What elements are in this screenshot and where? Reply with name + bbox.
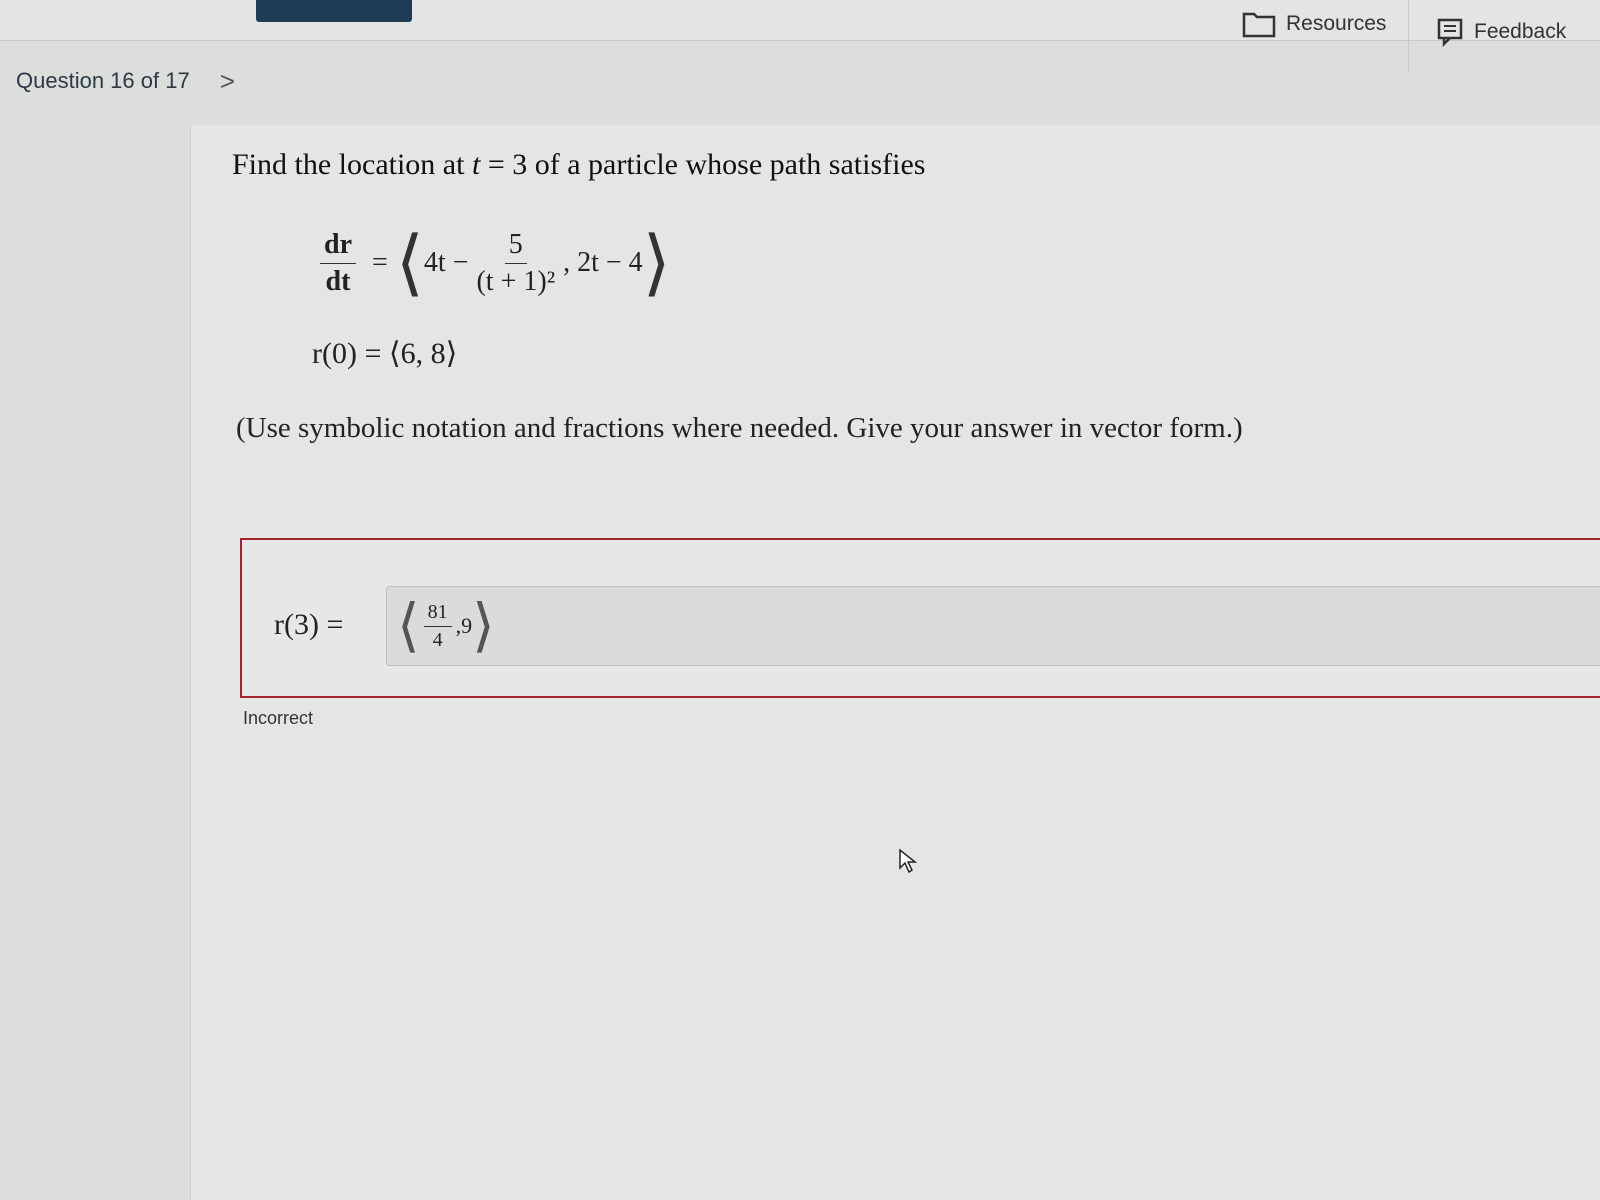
answer-numerator: 81 (423, 601, 452, 627)
answer-left-bracket: ⟨ (397, 593, 420, 658)
instructions: (Use symbolic notation and fractions whe… (236, 412, 1243, 444)
rational-term: 5 (t + 1)² (476, 229, 555, 298)
equals-sign: = (372, 247, 388, 278)
lhs-fraction: dr dt (320, 229, 356, 298)
answer-label: r(3) = (274, 608, 344, 641)
answer-fraction: 81 4 (423, 601, 452, 652)
feedback-label: Feedback (1474, 20, 1567, 43)
question-prompt: Find the location at t = 3 of a particle… (232, 148, 925, 182)
answer-right-bracket: ⟩ (472, 593, 495, 658)
resources-button[interactable]: Resources (1242, 6, 1386, 42)
prompt-suffix: = 3 of a particle whose path satisfies (480, 148, 926, 181)
lhs-denominator: dt (325, 265, 351, 297)
header-divider (1408, 0, 1409, 72)
prompt-prefix: Find the location at (232, 148, 472, 181)
top-tab[interactable] (256, 0, 412, 22)
status-incorrect: Incorrect (243, 708, 314, 728)
mouse-cursor-icon (898, 848, 918, 879)
initial-condition: r(0) = ⟨6, 8⟩ (312, 337, 458, 370)
derivative-equation: dr dt = ⟨ 4t − 5 (t + 1)² , 2t − 4 ⟩ (312, 218, 671, 308)
answer-rest: ,9 (455, 613, 473, 638)
term-two: , 2t − 4 (563, 247, 643, 278)
rational-denominator: (t + 1)² (476, 265, 556, 297)
term-one: 4t − (423, 247, 469, 278)
question-counter: Question 16 of 17 (16, 68, 190, 93)
answer-input[interactable]: ⟨ 81 4 ,9 ⟩ (386, 586, 1600, 666)
lhs-numerator: dr (320, 229, 356, 264)
question-nav: Question 16 of 17 > (16, 64, 235, 98)
folder-icon (1242, 12, 1276, 38)
rational-numerator: 5 (504, 229, 527, 264)
left-angle-bracket: ⟨ (395, 223, 424, 303)
right-angle-bracket: ⟩ (642, 223, 671, 303)
feedback-button[interactable]: Feedback (1436, 14, 1566, 50)
chevron-right-icon[interactable]: > (220, 66, 235, 97)
feedback-icon (1437, 18, 1463, 47)
answer-denominator: 4 (432, 628, 443, 651)
top-bar: Resources Feedback (0, 0, 1600, 47)
resources-label: Resources (1286, 12, 1387, 35)
